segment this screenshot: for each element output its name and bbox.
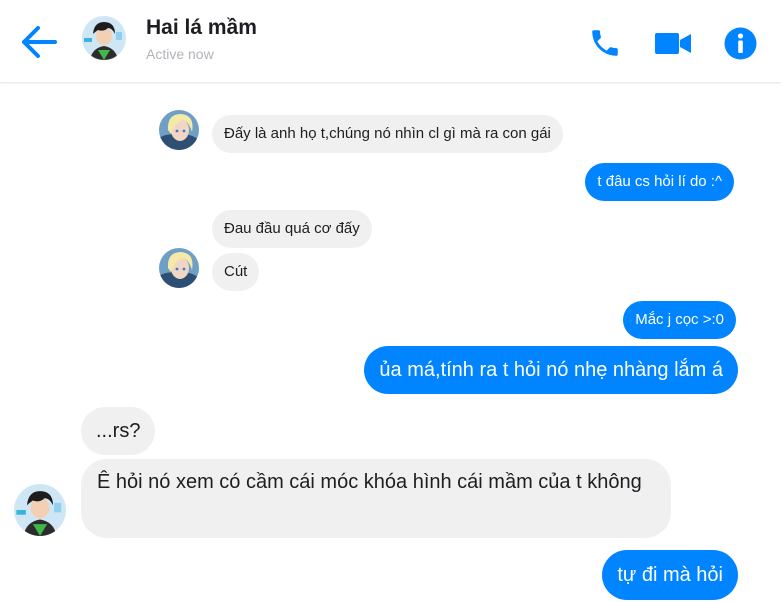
- message-bubble-outgoing[interactable]: ủa má,tính ra t hỏi nó nhẹ nhàng lắm á: [364, 346, 738, 394]
- active-status: Active now: [146, 46, 214, 62]
- messenger-chat-window: Hai lá mầm Active now Đấy là anh họ t,ch…: [0, 0, 781, 602]
- contact-name: Hai lá mầm: [146, 16, 257, 39]
- arrow-left-icon: [22, 26, 57, 58]
- sender-avatar[interactable]: [159, 248, 199, 288]
- video-camera-icon: [655, 33, 691, 54]
- message-bubble-outgoing[interactable]: t đâu cs hỏi lí do :^: [585, 163, 734, 201]
- message-bubble-incoming[interactable]: Cút: [212, 253, 260, 291]
- contact-avatar[interactable]: [82, 16, 126, 60]
- info-icon: [724, 27, 757, 60]
- message-bubble-incoming[interactable]: Ê hỏi nó xem có cầm cái móc khóa hình cá…: [81, 459, 671, 538]
- message-bubble-outgoing[interactable]: Mắc j cọc >:0: [623, 301, 736, 339]
- chat-header: Hai lá mầm Active now: [0, 0, 781, 82]
- voice-call-button[interactable]: [588, 26, 622, 60]
- conversation-info-button[interactable]: [724, 27, 757, 60]
- sender-avatar[interactable]: [14, 484, 66, 536]
- message-bubble-incoming[interactable]: ...rs?: [81, 407, 156, 455]
- message-bubble-outgoing[interactable]: tự đi mà hỏi: [602, 550, 738, 600]
- message-bubble-incoming[interactable]: Đấy là anh họ t,chúng nó nhìn cl gì mà r…: [212, 115, 563, 153]
- video-call-button[interactable]: [654, 26, 692, 60]
- sender-avatar[interactable]: [159, 110, 199, 150]
- back-button[interactable]: [18, 24, 58, 60]
- phone-icon: [592, 30, 618, 56]
- message-bubble-incoming[interactable]: Đau đầu quá cơ đấy: [212, 210, 372, 248]
